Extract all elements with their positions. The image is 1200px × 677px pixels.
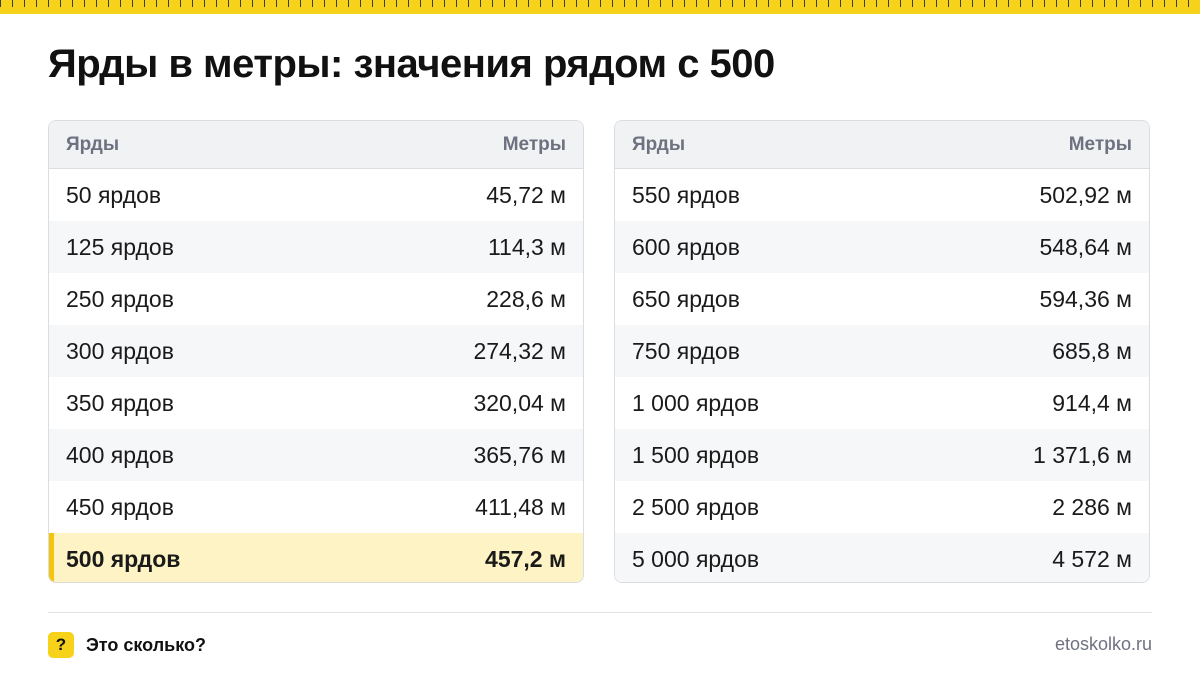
header-meters: Метры (1068, 133, 1132, 155)
conversion-table-right: Ярды Метры 550 ярдов 502,92 м 600 ярдов 54… (614, 120, 1150, 583)
yards-cell: 500 ярдов (66, 545, 181, 572)
meters-cell: 2 286 м (1052, 493, 1132, 520)
brand-name: Это сколько? (86, 634, 206, 655)
meters-cell: 685,8 м (1052, 337, 1132, 364)
meters-cell: 365,76 м (473, 441, 566, 468)
yards-cell: 550 ярдов (632, 181, 740, 208)
header-meters: Метры (502, 133, 566, 155)
meters-cell: 45,72 м (486, 181, 566, 208)
brand-logo: ? Это сколько? (48, 632, 206, 658)
table-row: 5 000 ярдов 4 572 м (615, 533, 1149, 582)
yards-cell: 250 ярдов (66, 285, 174, 312)
ruler-strip (0, 0, 1200, 14)
table-row: 1 500 ярдов 1 371,6 м (615, 429, 1149, 481)
meters-cell: 411,48 м (475, 493, 566, 520)
meters-cell: 114,3 м (487, 233, 566, 260)
table-row: 450 ярдов 411,48 м (49, 481, 583, 533)
table-row: 550 ярдов 502,92 м (615, 169, 1149, 221)
meters-cell: 502,92 м (1039, 181, 1132, 208)
site-url: etoskolko.ru (1054, 634, 1152, 654)
meters-cell: 1 371,6 м (1033, 441, 1132, 468)
highlighted-row: 500 ярдов 457,2 м (49, 533, 583, 582)
meters-cell: 274,32 м (473, 337, 566, 364)
table-row: 350 ярдов 320,04 м (49, 377, 583, 429)
table-row: 650 ярдов 594,36 м (615, 273, 1149, 325)
table-row: 50 ярдов 45,72 м (49, 169, 583, 221)
yards-cell: 450 ярдов (66, 493, 174, 520)
yards-cell: 600 ярдов (632, 233, 740, 260)
table-header: Ярды Метры (615, 121, 1149, 169)
meters-cell: 320,04 м (473, 389, 566, 416)
table-row: 1 000 ярдов 914,4 м (615, 377, 1149, 429)
meters-cell: 4 572 м (1052, 545, 1132, 572)
meters-cell: 914,4 м (1052, 389, 1132, 416)
yards-cell: 350 ярдов (66, 389, 174, 416)
header-yards: Ярды (632, 133, 686, 155)
table-row: 300 ярдов 274,32 м (49, 325, 583, 377)
yards-cell: 5 000 ярдов (632, 545, 760, 572)
table-row: 600 ярдов 548,64 м (615, 221, 1149, 273)
table-row: 250 ярдов 228,6 м (49, 273, 583, 325)
yards-cell: 300 ярдов (66, 337, 174, 364)
question-mark-icon: ? (48, 632, 74, 658)
header-yards: Ярды (66, 133, 120, 155)
yards-cell: 2 500 ярдов (632, 493, 760, 520)
meters-cell: 228,6 м (486, 285, 566, 312)
meters-cell: 548,64 м (1039, 233, 1132, 260)
page-title: Ярды в метры: значения рядом с 500 (48, 42, 775, 86)
meters-cell: 457,2 м (485, 545, 566, 572)
yards-cell: 50 ярдов (66, 181, 162, 208)
conversion-table-left: Ярды Метры 50 ярдов 45,72 м 125 ярдов 114,… (48, 120, 584, 583)
yards-cell: 650 ярдов (632, 285, 740, 312)
yards-cell: 750 ярдов (632, 337, 740, 364)
footer-divider (48, 612, 1152, 613)
table-header: Ярды Метры (49, 121, 583, 169)
yards-cell: 400 ярдов (66, 441, 174, 468)
yards-cell: 1 000 ярдов (632, 389, 760, 416)
yards-cell: 125 ярдов (66, 233, 174, 260)
meters-cell: 594,36 м (1039, 285, 1132, 312)
table-row: 2 500 ярдов 2 286 м (615, 481, 1149, 533)
table-row: 750 ярдов 685,8 м (615, 325, 1149, 377)
table-row: 400 ярдов 365,76 м (49, 429, 583, 481)
yards-cell: 1 500 ярдов (632, 441, 760, 468)
table-row: 125 ярдов 114,3 м (49, 221, 583, 273)
